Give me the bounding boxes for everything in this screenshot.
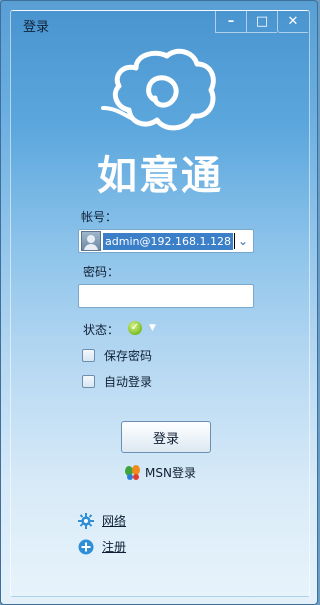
minimize-button[interactable]: – — [215, 10, 246, 33]
register-link-label[interactable]: 注册 — [102, 538, 126, 555]
maximize-button[interactable]: □ — [246, 10, 277, 33]
login-window: 登录 – □ ✕ 如意通 帐号： admin@192.168.1.128 ⌄ 密… — [0, 0, 318, 605]
close-icon: ✕ — [287, 13, 299, 29]
password-field[interactable] — [78, 284, 254, 308]
remember-password-row[interactable]: 保存密码 — [82, 347, 152, 363]
account-input[interactable]: admin@192.168.1.128 — [103, 232, 233, 250]
chevron-down-icon[interactable]: ⌄ — [236, 234, 250, 248]
remember-password-checkbox[interactable] — [82, 348, 95, 362]
auto-login-label[interactable]: 自动登录 — [104, 373, 152, 390]
close-button[interactable]: ✕ — [277, 10, 308, 33]
login-button[interactable]: 登录 — [121, 421, 211, 453]
minimize-icon: – — [227, 13, 235, 29]
online-check-icon[interactable]: ✓ — [128, 321, 142, 335]
network-link-label[interactable]: 网络 — [102, 512, 126, 529]
cloud-swirl-icon — [101, 48, 216, 131]
status-label: 状态： — [83, 323, 120, 337]
plus-circle-icon — [78, 539, 94, 554]
msn-login-label[interactable]: MSN登录 — [145, 464, 196, 481]
password-label: 密码： — [83, 265, 120, 279]
auto-login-checkbox[interactable] — [82, 374, 95, 388]
avatar — [81, 231, 101, 251]
status-dropdown-icon[interactable]: ▼ — [149, 321, 156, 335]
account-label: 帐号： — [81, 210, 118, 224]
msn-butterfly-icon — [125, 464, 140, 480]
network-link[interactable]: 网络 — [78, 512, 126, 529]
remember-password-label[interactable]: 保存密码 — [104, 347, 152, 364]
msn-login-link[interactable]: MSN登录 — [124, 464, 196, 481]
maximize-icon: □ — [255, 13, 269, 29]
account-combobox[interactable]: admin@192.168.1.128 ⌄ — [78, 229, 254, 253]
brand-name: 如意通 — [97, 153, 223, 199]
auto-login-row[interactable]: 自动登录 — [82, 373, 152, 389]
window-title: 登录 — [23, 20, 50, 35]
text-cursor — [233, 233, 235, 249]
register-link[interactable]: 注册 — [78, 538, 126, 555]
window-controls: – □ ✕ — [215, 10, 308, 33]
gear-icon — [78, 512, 94, 529]
